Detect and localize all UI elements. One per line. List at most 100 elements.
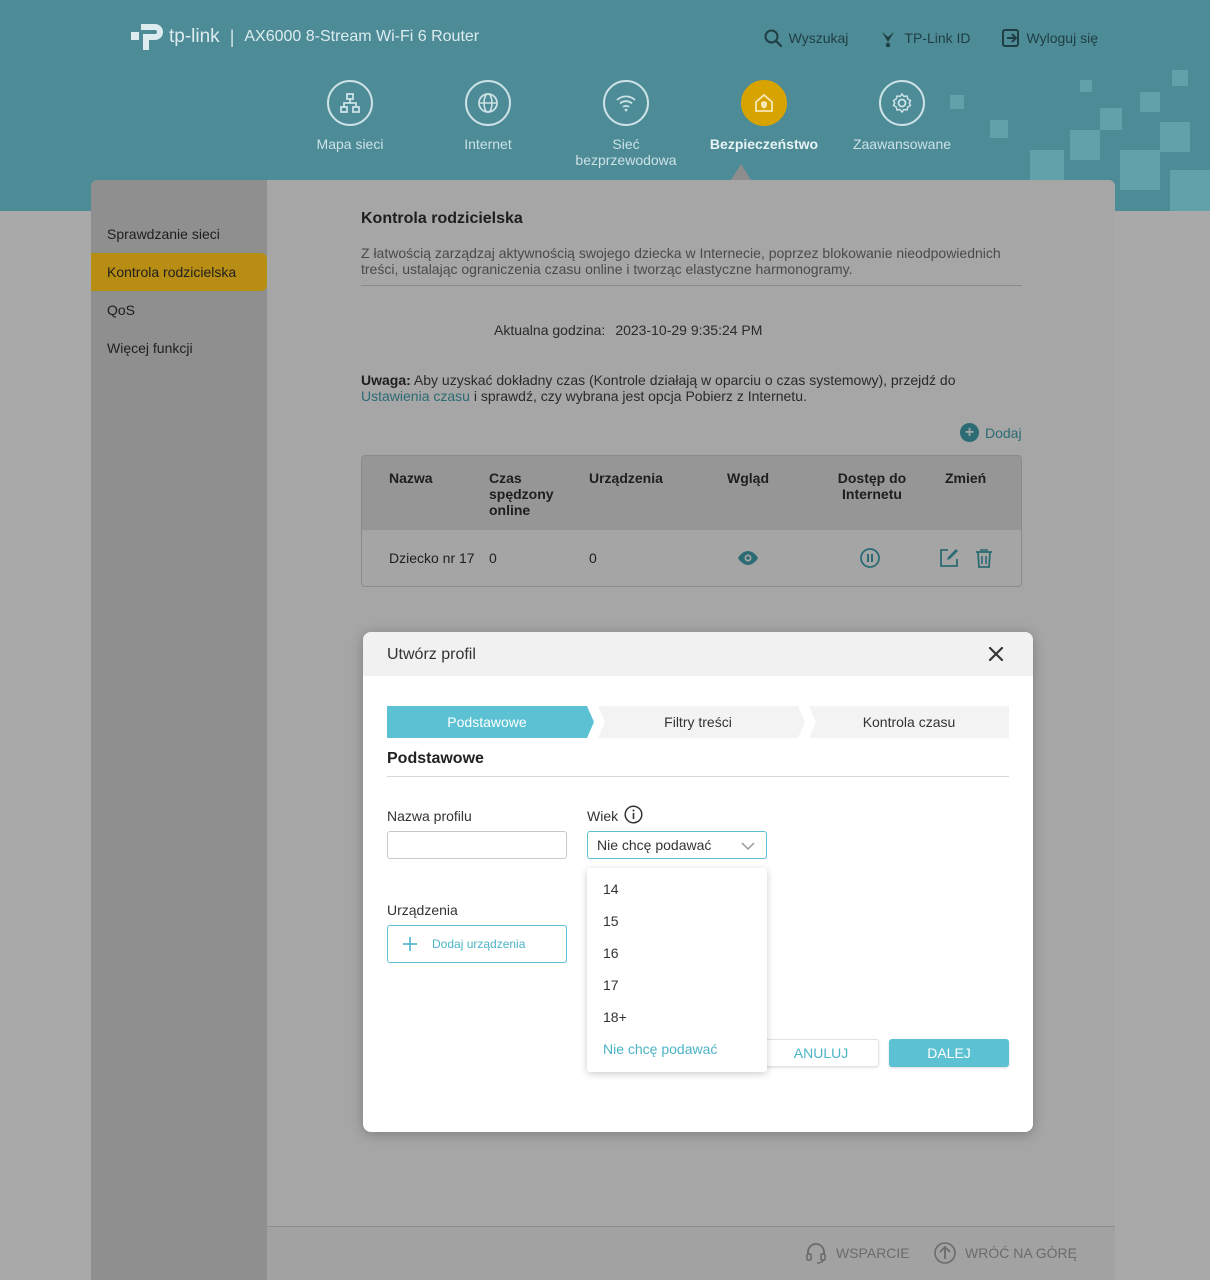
age-select-value: Nie chcę podawać <box>597 837 712 853</box>
nav-internet[interactable]: Internet <box>419 80 557 168</box>
profile-name-cell: Dziecko nr 17 <box>389 550 475 566</box>
step-content-filters[interactable]: Filtry treści <box>598 706 798 738</box>
nav-advanced[interactable]: Zaawansowane <box>833 80 971 168</box>
plus-icon <box>403 937 417 951</box>
main-nav: Mapa sieci Internet Sieć bezprzewodowa B… <box>281 80 971 168</box>
time-settings-link[interactable]: Ustawienia czasu <box>361 388 470 404</box>
logo-separator: | <box>229 26 235 47</box>
next-button[interactable]: DALEJ <box>889 1039 1009 1067</box>
decorative-pixel <box>1170 170 1210 211</box>
sidebar-item-parental-control[interactable]: Kontrola rodzicielska <box>91 253 267 291</box>
decorative-pixel <box>1100 108 1122 130</box>
current-time-label: Aktualna godzina: <box>494 322 606 338</box>
time-online-cell: 0 <box>489 550 497 566</box>
info-icon[interactable] <box>624 805 643 824</box>
delete-trash-icon[interactable] <box>973 547 995 572</box>
column-header-name: Nazwa <box>389 470 433 486</box>
tplink-id-link[interactable]: TP-Link ID <box>878 28 971 48</box>
decorative-pixel <box>1172 70 1188 86</box>
current-time-value: 2023-10-29 9:35:24 PM <box>615 322 763 338</box>
wizard-steps: Podstawowe Filtry treści Kontrola czasu <box>387 706 1009 738</box>
note-label: Uwaga: <box>361 372 411 388</box>
decorative-pixel <box>990 120 1008 138</box>
note-text-2: i sprawdź, czy wybrana jest opcja Pobier… <box>469 388 807 404</box>
profiles-table: Nazwa Czas spędzony online Urządzenia Wg… <box>361 455 1022 587</box>
page-title: Kontrola rodzicielska <box>361 210 523 227</box>
modal-title: Utwórz profil <box>387 646 476 663</box>
step-basic[interactable]: Podstawowe <box>387 706 587 738</box>
search-icon <box>764 29 782 48</box>
step-time-control[interactable]: Kontrola czasu <box>809 706 1009 738</box>
security-home-icon <box>741 80 787 126</box>
plus-circle-icon: + <box>960 423 979 442</box>
edit-icon[interactable] <box>938 547 960 572</box>
age-option-prefer-not-to-say[interactable]: Nie chcę podawać <box>587 1033 767 1065</box>
logo-text: tp-link <box>169 26 220 47</box>
nav-wireless[interactable]: Sieć bezprzewodowa <box>557 80 695 168</box>
column-header-insight: Wgląd <box>727 470 769 486</box>
decorative-pixel <box>1030 150 1064 184</box>
decorative-pixel <box>1120 150 1160 190</box>
cancel-button[interactable]: ANULUJ <box>763 1039 879 1067</box>
age-dropdown-list: 14 15 16 17 18+ Nie chcę podawać <box>587 868 767 1072</box>
footer: WSPARCIE WRÓĆ NA GÓRĘ <box>267 1226 1115 1280</box>
time-note: Uwaga: Aby uzyskać dokładny czas (Kontro… <box>361 372 1001 404</box>
sidebar-item-network-check[interactable]: Sprawdzanie sieci <box>91 215 267 253</box>
chevron-down-icon <box>741 842 755 851</box>
age-option-14[interactable]: 14 <box>587 873 767 905</box>
headset-icon <box>806 1243 826 1264</box>
tplink-logo: tp-link | AX6000 8-Stream Wi-Fi 6 Router <box>127 18 479 56</box>
age-select[interactable]: Nie chcę podawać <box>587 831 767 859</box>
nav-network-map[interactable]: Mapa sieci <box>281 80 419 168</box>
age-option-16[interactable]: 16 <box>587 937 767 969</box>
support-link[interactable]: WSPARCIE <box>804 1241 910 1265</box>
add-devices-button[interactable]: Dodaj urządzenia <box>387 925 567 963</box>
column-header-edit: Zmień <box>945 470 987 486</box>
nav-active-caret <box>731 164 751 180</box>
wifi-icon <box>603 80 649 126</box>
back-to-top-label: WRÓĆ NA GÓRĘ <box>965 1245 1078 1261</box>
column-header-devices: Urządzenia <box>589 470 663 486</box>
advanced-gear-icon <box>879 80 925 126</box>
age-label: Wiek <box>587 808 619 824</box>
logout-icon <box>1001 29 1019 47</box>
nav-network-map-label: Mapa sieci <box>316 136 384 152</box>
back-to-top-link[interactable]: WRÓĆ NA GÓRĘ <box>933 1241 1077 1265</box>
decorative-pixel <box>1140 92 1160 112</box>
top-links: Wyszukaj TP-Link ID Wyloguj się <box>763 28 1098 48</box>
add-profile-label: Dodaj <box>985 424 1022 441</box>
table-header: Nazwa Czas spędzony online Urządzenia Wg… <box>362 456 1021 530</box>
column-header-internet-access: Dostęp do Internetu <box>837 470 907 502</box>
decorative-pixel <box>1160 122 1190 152</box>
logout-link[interactable]: Wyloguj się <box>1001 28 1098 48</box>
age-option-18-plus[interactable]: 18+ <box>587 1001 767 1033</box>
add-profile-button[interactable]: + Dodaj <box>960 423 1022 442</box>
table-row: Dziecko nr 17 0 0 <box>362 530 1021 586</box>
logout-label: Wyloguj się <box>1026 30 1098 46</box>
insight-eye-icon[interactable] <box>737 547 759 572</box>
add-devices-label: Dodaj urządzenia <box>432 937 526 951</box>
globe-icon <box>465 80 511 126</box>
pause-internet-icon[interactable] <box>859 547 881 572</box>
sidebar-item-qos[interactable]: QoS <box>91 291 267 329</box>
decorative-pixel <box>1080 80 1092 92</box>
divider <box>361 285 1022 286</box>
devices-cell: 0 <box>589 550 597 566</box>
close-icon[interactable] <box>985 643 1007 665</box>
sidebar: Sprawdzanie sieci Kontrola rodzicielska … <box>91 180 267 1280</box>
tplink-logo-icon <box>131 24 163 50</box>
age-option-15[interactable]: 15 <box>587 905 767 937</box>
profile-name-input[interactable] <box>387 831 567 859</box>
age-option-17[interactable]: 17 <box>587 969 767 1001</box>
search-link[interactable]: Wyszukaj <box>763 28 849 48</box>
nav-advanced-label: Zaawansowane <box>852 136 952 152</box>
profile-name-label: Nazwa profilu <box>387 808 472 824</box>
decorative-pixel <box>1070 130 1100 160</box>
network-map-icon <box>327 80 373 126</box>
column-header-time-online: Czas spędzony online <box>489 470 554 518</box>
nav-security[interactable]: Bezpieczeństwo <box>695 80 833 168</box>
devices-label: Urządzenia <box>387 902 458 918</box>
search-link-label: Wyszukaj <box>788 30 849 46</box>
sidebar-item-more-features[interactable]: Więcej funkcji <box>91 329 267 367</box>
page-description: Z łatwością zarządzaj aktywnością swojeg… <box>361 245 1001 277</box>
